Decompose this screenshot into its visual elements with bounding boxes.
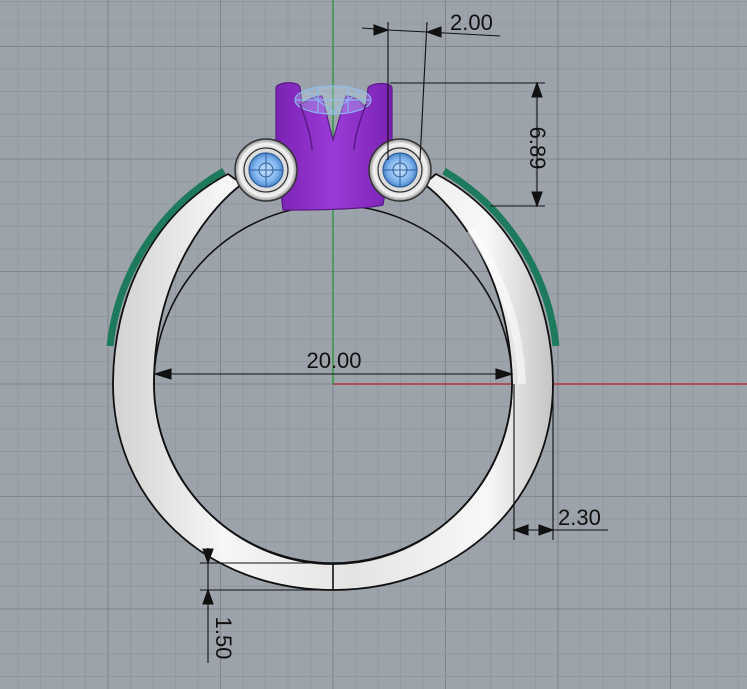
dim-label-bottom-thickness: 1.50 (211, 617, 236, 660)
side-stone-icon (368, 138, 432, 202)
gem-icon (294, 85, 372, 115)
ring-drawing: 2.00 6.89 20.00 2.30 1.50 (0, 0, 747, 689)
dim-label-prong-width: 2.00 (450, 10, 493, 35)
cad-viewport[interactable]: 2.00 6.89 20.00 2.30 1.50 (0, 0, 747, 689)
dim-label-head-height: 6.89 (525, 127, 550, 170)
dim-label-shank-width: 2.30 (558, 505, 601, 530)
side-stone-icon (234, 138, 298, 202)
dim-label-inner-diameter: 20.00 (306, 348, 361, 373)
